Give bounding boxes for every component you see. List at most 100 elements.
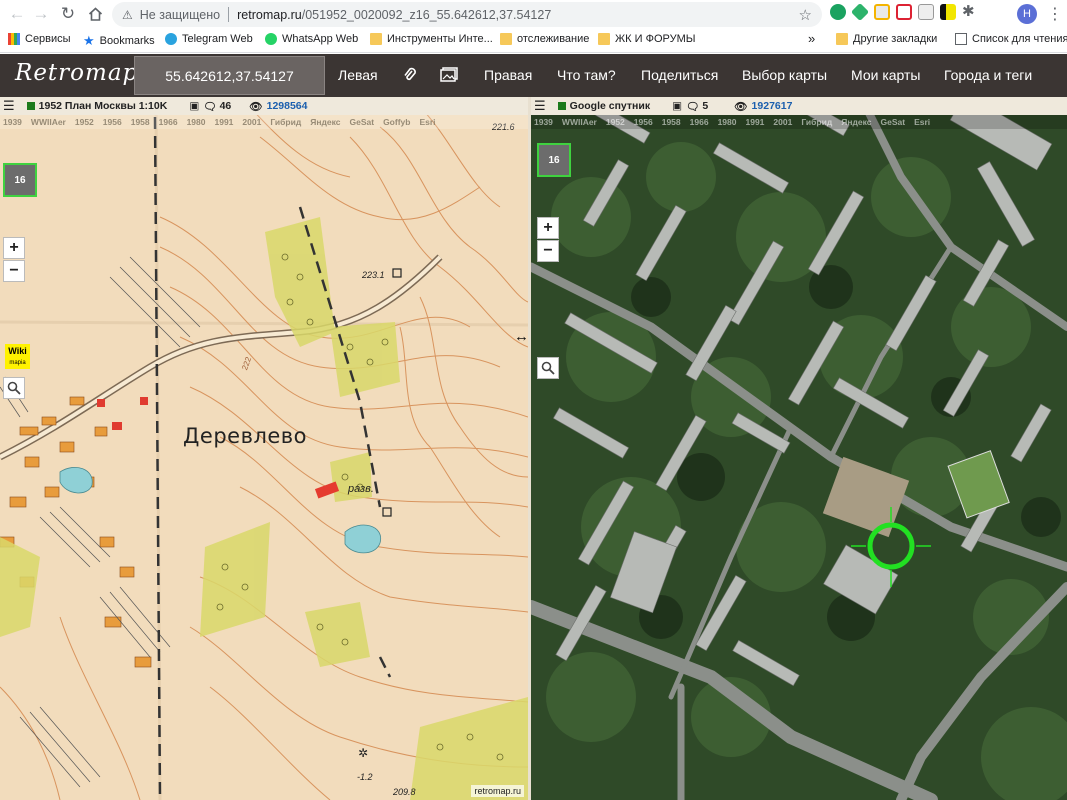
comment-count: 46 — [219, 100, 232, 112]
bookmark-bookmarks[interactable]: ★ Bookmarks — [83, 33, 155, 49]
extension-icon[interactable] — [874, 4, 890, 20]
year-link[interactable]: Goffyb — [383, 117, 410, 127]
zoom-out-button[interactable]: − — [537, 240, 559, 262]
year-link[interactable]: Яндекс — [310, 117, 340, 127]
year-link[interactable]: 1980 — [187, 117, 206, 127]
watermark-label: retromap.ru — [471, 785, 524, 797]
year-link[interactable]: 1956 — [103, 117, 122, 127]
year-link[interactable]: 2001 — [242, 117, 261, 127]
bookmark-other[interactable]: Другие закладки — [836, 33, 937, 45]
bookmark-folder-tracking[interactable]: отслеживание — [500, 33, 589, 45]
menu-my-maps[interactable]: Мои карты — [851, 67, 921, 83]
year-link[interactable]: 1958 — [662, 117, 681, 127]
menu-cities-tags[interactable]: Города и теги — [944, 67, 1032, 83]
resize-handle-icon[interactable]: ↔ — [514, 328, 529, 345]
year-link[interactable]: 1939 — [3, 117, 22, 127]
search-icon[interactable] — [3, 377, 25, 399]
year-link[interactable]: 1980 — [718, 117, 737, 127]
year-link[interactable]: WWIIAer — [31, 117, 66, 127]
year-link[interactable]: GeSat — [349, 117, 374, 127]
year-link[interactable]: Esri — [419, 117, 435, 127]
bookmark-folder-tools[interactable]: Инструменты Инте... — [370, 33, 493, 45]
bookmark-whatsapp[interactable]: WhatsApp Web — [265, 33, 358, 45]
browser-menu-icon[interactable]: ⋮ — [1047, 4, 1063, 24]
year-link[interactable]: 2001 — [773, 117, 792, 127]
puzzle-extensions-icon[interactable]: ✱ — [962, 4, 978, 20]
year-link[interactable]: Яндекс — [841, 117, 871, 127]
year-link[interactable]: 1991 — [214, 117, 233, 127]
bookmark-folder-forums[interactable]: ЖК И ФОРУМЫ — [598, 33, 696, 45]
extension-icon[interactable] — [850, 2, 870, 22]
year-link[interactable]: 1958 — [131, 117, 150, 127]
old-map-canvas[interactable]: ✲ — [0, 97, 528, 800]
bookmarks-overflow-button[interactable]: » — [808, 31, 815, 46]
zoom-out-button[interactable]: − — [3, 260, 25, 282]
year-link[interactable]: 1991 — [745, 117, 764, 127]
bookmark-label: Инструменты Инте... — [387, 33, 493, 45]
bookmark-label: Другие закладки — [853, 33, 938, 45]
place-name-label: Деревлево — [183, 424, 308, 448]
comment-icon[interactable]: 🗨 — [686, 100, 699, 113]
menu-choose-map[interactable]: Выбор карты — [742, 67, 827, 83]
year-link[interactable]: 1956 — [634, 117, 653, 127]
hamburger-menu-icon[interactable]: ☰ — [3, 98, 15, 114]
left-map-pane[interactable]: ✲ Деревлево разв. 223.1 221.6 222 -1.2 2… — [0, 97, 528, 800]
year-link[interactable]: 1966 — [159, 117, 178, 127]
bookmark-label: Список для чтения — [972, 33, 1067, 45]
menu-left[interactable]: Левая — [338, 67, 378, 83]
folder-icon — [500, 33, 512, 45]
year-link[interactable]: Гибрид — [270, 117, 301, 127]
year-link[interactable]: GeSat — [880, 117, 905, 127]
comment-icon[interactable]: 🗨 — [203, 100, 216, 113]
eye-icon: 👁 — [249, 100, 263, 113]
bookmark-star-icon[interactable]: ☆ — [799, 6, 812, 24]
profile-avatar[interactable]: H — [1017, 4, 1037, 24]
evernote-extension-icon[interactable] — [830, 4, 846, 20]
hamburger-menu-icon[interactable]: ☰ — [534, 98, 546, 114]
right-map-header: ☰ Google спутник ▣ 🗨 5 👁 1927617 — [531, 97, 1067, 115]
address-bar[interactable]: ⚠ Не защищено retromap.ru/051952_0020092… — [112, 2, 822, 27]
coordinates-field[interactable]: 55.642612,37.54127 — [134, 56, 325, 95]
right-map-pane[interactable]: ☰ Google спутник ▣ 🗨 5 👁 1927617 1939 WW… — [531, 97, 1067, 800]
year-link[interactable]: WWIIAer — [562, 117, 597, 127]
photo-icon[interactable]: ▣ — [189, 100, 199, 112]
bookmark-label: Bookmarks — [99, 35, 155, 47]
forward-icon[interactable]: → — [28, 1, 54, 27]
year-link[interactable]: 1952 — [606, 117, 625, 127]
menu-what-there[interactable]: Что там? — [557, 67, 616, 83]
site-navbar: Retromap 55.642612,37.54127 Левая Правая… — [0, 54, 1067, 97]
back-icon[interactable]: ← — [4, 1, 30, 27]
bookmark-label: Сервисы — [25, 33, 71, 45]
map-title[interactable]: Google спутник — [570, 100, 650, 112]
year-link[interactable]: Esri — [914, 117, 930, 127]
site-logo[interactable]: Retromap — [15, 60, 138, 86]
bookmark-label: Telegram Web — [182, 33, 253, 45]
wikimapia-button[interactable]: Wiki mapia — [5, 344, 30, 369]
reload-icon[interactable]: ↻ — [55, 1, 81, 27]
map-title[interactable]: 1952 План Москвы 1:10K — [39, 100, 168, 112]
left-map-header: ☰ 1952 План Москвы 1:10K ▣ 🗨 46 👁 129856… — [0, 97, 528, 115]
bookmark-services[interactable]: Сервисы — [8, 33, 71, 45]
elevation-label: 223.1 — [362, 270, 385, 280]
year-link[interactable]: Гибрид — [801, 117, 832, 127]
paperclip-icon[interactable] — [403, 67, 417, 86]
zoom-in-button[interactable]: + — [3, 237, 25, 259]
bookmark-telegram[interactable]: Telegram Web — [165, 33, 253, 45]
year-link[interactable]: 1966 — [690, 117, 709, 127]
extension-icon[interactable] — [940, 4, 956, 20]
year-link[interactable]: 1952 — [75, 117, 94, 127]
menu-share[interactable]: Поделиться — [641, 67, 718, 83]
gallery-icon[interactable] — [440, 67, 458, 85]
zoom-in-button[interactable]: + — [537, 217, 559, 239]
year-link[interactable]: 1939 — [534, 117, 553, 127]
photo-icon[interactable]: ▣ — [672, 100, 682, 112]
home-icon[interactable] — [82, 1, 108, 27]
menu-right[interactable]: Правая — [484, 67, 532, 83]
extension-icon[interactable] — [918, 4, 934, 20]
satellite-canvas[interactable] — [531, 97, 1067, 800]
map-color-square — [26, 102, 35, 110]
reading-list-button[interactable]: Список для чтения — [955, 33, 1067, 45]
search-icon[interactable] — [537, 357, 559, 379]
warning-icon[interactable]: ⚠ — [122, 8, 133, 22]
extension-icon[interactable] — [896, 4, 912, 20]
